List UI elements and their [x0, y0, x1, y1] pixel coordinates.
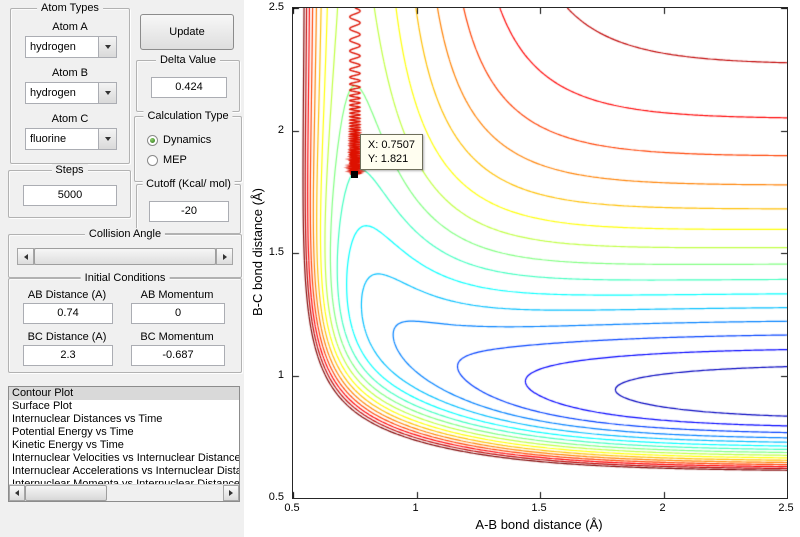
atom-b-value: hydrogen	[30, 87, 76, 99]
slider-left-arrow-button[interactable]	[17, 248, 34, 265]
collision-angle-slider[interactable]	[17, 248, 233, 265]
steps-group-title: Steps	[51, 164, 88, 177]
atom-b-label: Atom B	[51, 67, 89, 79]
atom-a-label: Atom A	[52, 21, 88, 33]
steps-input[interactable]: 5000	[23, 185, 117, 206]
datatip-marker[interactable]	[351, 170, 359, 178]
mep-radio[interactable]: MEP	[147, 153, 187, 167]
cutoff-group: Cutoff (Kcal/ mol) -20	[136, 178, 241, 234]
initial-conditions-group: Initial Conditions AB Distance (A) AB Mo…	[8, 272, 242, 373]
ab-distance-input[interactable]: 0.74	[23, 303, 113, 324]
contour-canvas	[293, 8, 787, 498]
ab-momentum-label: AB Momentum	[140, 289, 214, 301]
radio-button-icon	[147, 134, 158, 146]
listbox-horizontal-scrollbar[interactable]	[9, 484, 239, 501]
x-tick-label: 1	[412, 502, 419, 514]
plot-type-list-item[interactable]: Internuclear Accelerations vs Internucle…	[9, 465, 239, 478]
x-tick-label: 2.5	[778, 502, 794, 514]
atom-types-group-title: Atom Types	[37, 2, 103, 15]
datatip-y-value: Y: 1.821	[367, 153, 409, 166]
chevron-down-icon	[104, 137, 111, 141]
steps-group: Steps 5000	[8, 164, 131, 218]
chevron-down-icon	[104, 45, 111, 49]
datatip-x-value: X: 0.7507	[367, 139, 416, 152]
atom-b-combobox[interactable]: hydrogen	[25, 82, 117, 104]
delta-value-input[interactable]: 0.424	[151, 77, 227, 98]
atom-c-combobox[interactable]: fluorine	[25, 128, 117, 150]
y-axis-label: B-C bond distance (Å)	[250, 188, 265, 316]
atom-a-value: hydrogen	[30, 41, 76, 53]
calculation-type-group-title: Calculation Type	[143, 110, 233, 123]
x-axis-label: A-B bond distance (Å)	[475, 517, 603, 532]
bc-momentum-input[interactable]: -0.687	[131, 345, 225, 366]
atom-c-dropdown-button[interactable]	[98, 129, 116, 149]
bc-distance-label: BC Distance (A)	[27, 331, 107, 343]
plot-type-list: Contour Plot Surface Plot Internuclear Dis…	[9, 387, 239, 485]
slider-right-arrow-button[interactable]	[216, 248, 233, 265]
ab-momentum-input[interactable]: 0	[131, 303, 225, 324]
arrow-left-icon	[15, 490, 19, 496]
atom-a-dropdown-button[interactable]	[98, 37, 116, 57]
x-tick-label: 1.5	[531, 502, 547, 514]
delta-value-group: Delta Value 0.424	[136, 54, 240, 112]
update-button[interactable]: Update	[140, 14, 234, 50]
x-axis-tick-labels: 0.5 1 1.5 2 2.5	[284, 502, 793, 516]
atom-types-group: Atom Types Atom A hydrogen Atom B hydrog…	[10, 2, 130, 164]
plot-type-list-item[interactable]: Kinetic Energy vs Time	[9, 439, 239, 452]
calculation-type-group: Calculation Type Dynamics MEP	[134, 110, 242, 182]
atom-b-dropdown-button[interactable]	[98, 83, 116, 103]
mep-radio-label: MEP	[163, 154, 187, 166]
collision-angle-group-title: Collision Angle	[84, 228, 166, 241]
hscroll-right-button[interactable]	[223, 485, 239, 501]
bc-distance-input[interactable]: 2.3	[23, 345, 113, 366]
plot-type-list-item[interactable]: Contour Plot	[9, 387, 239, 400]
contour-plot-axes[interactable]: X: 0.7507 Y: 1.821	[292, 7, 788, 499]
initial-conditions-group-title: Initial Conditions	[80, 272, 170, 285]
radio-button-icon	[147, 154, 158, 166]
atom-a-combobox[interactable]: hydrogen	[25, 36, 117, 58]
atom-c-label: Atom C	[51, 113, 89, 125]
bc-momentum-label: BC Momentum	[140, 331, 214, 343]
ab-distance-label: AB Distance (A)	[27, 289, 107, 301]
dynamics-radio[interactable]: Dynamics	[147, 133, 211, 147]
delta-value-group-title: Delta Value	[155, 54, 221, 67]
plot-type-list-item[interactable]: Internuclear Distances vs Time	[9, 413, 239, 426]
plot-type-listbox[interactable]: Contour Plot Surface Plot Internuclear Dis…	[8, 386, 240, 502]
plot-type-list-item[interactable]: Potential Energy vs Time	[9, 426, 239, 439]
simulation-app-window: Atom Types Atom A hydrogen Atom B hydrog…	[0, 0, 800, 537]
cutoff-group-title: Cutoff (Kcal/ mol)	[142, 178, 235, 191]
hscroll-thumb[interactable]	[25, 485, 107, 501]
atom-c-value: fluorine	[30, 133, 67, 145]
slider-thumb[interactable]	[34, 248, 216, 265]
hscroll-left-button[interactable]	[9, 485, 25, 501]
x-tick-label: 2	[659, 502, 666, 514]
plot-type-list-item[interactable]: Surface Plot	[9, 400, 239, 413]
arrow-right-icon	[222, 253, 227, 260]
datatip[interactable]: X: 0.7507 Y: 1.821	[359, 134, 424, 171]
arrow-right-icon	[229, 490, 233, 496]
arrow-left-icon	[23, 253, 28, 260]
cutoff-input[interactable]: -20	[149, 201, 229, 222]
chevron-down-icon	[104, 91, 111, 95]
plot-type-list-item[interactable]: Internuclear Velocities vs Internuclear …	[9, 452, 239, 465]
dynamics-radio-label: Dynamics	[163, 134, 212, 146]
